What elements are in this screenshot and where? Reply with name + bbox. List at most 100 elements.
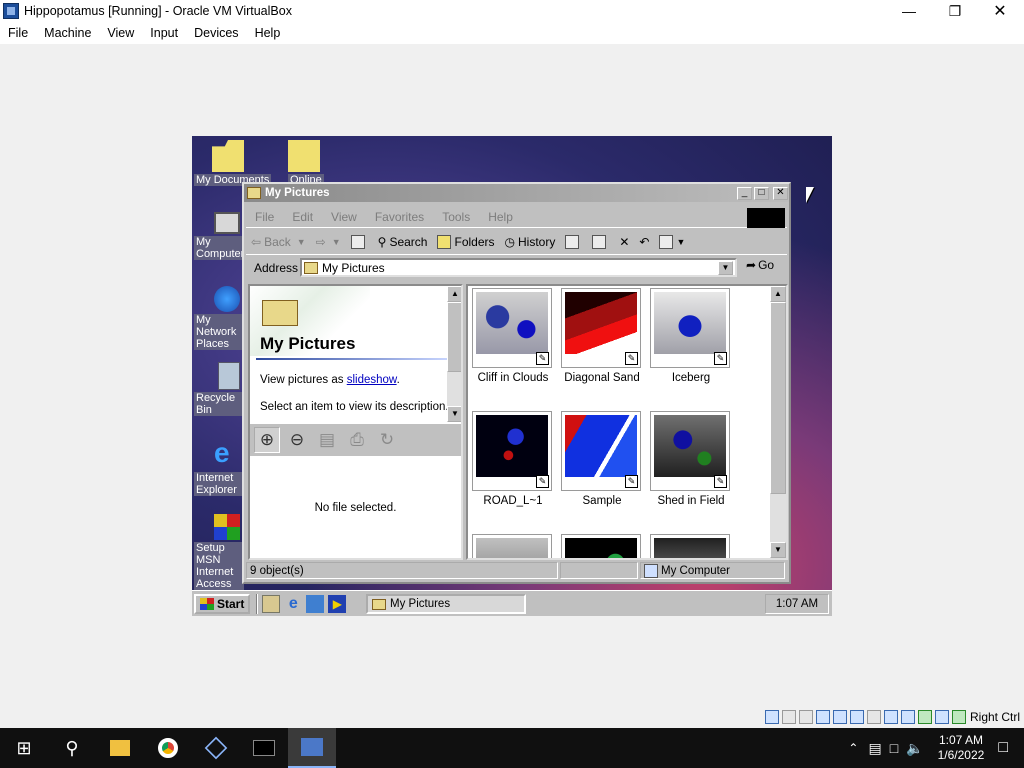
explorer-menu-tools[interactable]: Tools <box>433 210 479 224</box>
desktop-icon-recycle-bin[interactable]: Recycle Bin <box>194 362 244 416</box>
hint-text: Select an item to view its description. <box>260 401 449 413</box>
file-explorer-taskbar-button[interactable] <box>96 728 144 768</box>
minimize-button[interactable]: — <box>886 0 932 22</box>
go-button[interactable]: ➦ Go <box>746 258 774 272</box>
rotate-button[interactable]: ↻ <box>374 427 400 453</box>
copy-to-button[interactable] <box>587 231 614 253</box>
host-key-icon[interactable] <box>951 710 966 724</box>
host-clock[interactable]: 1:07 AM 1/6/2022 <box>938 733 985 763</box>
zoom-out-button[interactable]: ⊖ <box>284 427 310 453</box>
explorer-menu-file[interactable]: File <box>246 210 283 224</box>
delete-button[interactable]: ✕ <box>614 231 634 253</box>
scroll-up-button[interactable]: ▲ <box>770 286 786 302</box>
desktop-icon-online[interactable]: Online <box>288 140 328 186</box>
thumbnail-scrollbar[interactable]: ▲ ▼ <box>770 286 786 558</box>
internet-explorer-quicklaunch-icon[interactable]: e <box>284 595 302 613</box>
usb-icon[interactable] <box>849 710 864 724</box>
taskbar-my-pictures-button[interactable]: My Pictures <box>366 594 526 614</box>
move-to-button[interactable] <box>560 231 587 253</box>
forward-arrow-icon: ⇨ <box>315 234 326 249</box>
folders-button[interactable]: Folders <box>432 231 499 253</box>
menu-input[interactable]: Input <box>142 26 186 40</box>
up-folder-button[interactable] <box>346 231 373 253</box>
thumbnail-item-9[interactable] <box>650 534 730 558</box>
menu-view[interactable]: View <box>99 26 142 40</box>
windows-start-button[interactable]: ⊞ <box>0 728 48 768</box>
window-close-button[interactable]: ✕ <box>773 187 788 200</box>
media-player-icon[interactable]: ▶ <box>328 594 347 613</box>
thumbnail-iceberg[interactable]: ✎ <box>650 288 730 368</box>
action-center-icon[interactable]: ▤ <box>868 740 881 757</box>
audio-icon[interactable] <box>815 710 830 724</box>
print-button[interactable]: ⎙ <box>344 427 370 453</box>
desktop-icon-internet-explorer[interactable]: e Internet Explorer <box>194 438 244 496</box>
search-icon: ⚲ <box>65 737 79 758</box>
explorer-menu-edit[interactable]: Edit <box>283 210 322 224</box>
views-button[interactable]: ▼ <box>654 231 690 253</box>
scroll-thumb[interactable] <box>447 302 461 372</box>
menu-help[interactable]: Help <box>247 26 289 40</box>
slideshow-link[interactable]: slideshow <box>347 374 397 386</box>
desktop-icon-my-computer[interactable]: My Computer <box>194 212 247 260</box>
optical-drive-icon[interactable] <box>781 710 796 724</box>
scroll-up-button[interactable]: ▲ <box>447 286 461 302</box>
undo-button[interactable]: ↶ <box>634 231 654 253</box>
thumbnail-shed-in-field[interactable]: ✎ <box>650 411 730 491</box>
network-icon[interactable]: □ <box>890 740 898 756</box>
restore-button[interactable]: ❐ <box>932 0 978 22</box>
window-minimize-button[interactable]: _ <box>737 187 752 200</box>
scroll-thumb[interactable] <box>770 302 786 494</box>
history-button[interactable]: ◷ History <box>500 231 561 253</box>
address-input[interactable]: My Pictures ▼ <box>300 258 737 277</box>
chevron-up-icon[interactable]: ⌃ <box>848 741 858 755</box>
desktop-icon-setup-msn[interactable]: Setup MSN Internet Access <box>194 514 244 590</box>
floppy-icon[interactable] <box>798 710 813 724</box>
close-button[interactable]: ✕ <box>977 0 1023 22</box>
terminal-taskbar-button[interactable] <box>240 728 288 768</box>
menu-machine[interactable]: Machine <box>36 26 99 40</box>
thumbnail-item-8[interactable] <box>561 534 641 558</box>
host-system-tray: ⌃ ▤ □ 🔈 1:07 AM 1/6/2022 □ <box>848 728 1024 768</box>
scroll-down-button[interactable]: ▼ <box>770 542 786 558</box>
forward-button[interactable]: ⇨ ▼ <box>311 231 346 253</box>
video-capture-icon[interactable] <box>900 710 915 724</box>
thumbnail-sample[interactable]: ✎ <box>561 411 641 491</box>
zoom-in-button[interactable]: ⊕ <box>254 427 280 453</box>
show-desktop-icon[interactable] <box>262 594 281 613</box>
chrome-taskbar-button[interactable] <box>144 728 192 768</box>
outlook-express-icon[interactable] <box>306 594 325 613</box>
thumbnail-road[interactable]: ✎ <box>472 411 552 491</box>
virtualbox-taskbar-button[interactable] <box>192 728 240 768</box>
network-icon[interactable] <box>832 710 847 724</box>
explorer-menu-view[interactable]: View <box>322 210 366 224</box>
desktop-icon-my-documents[interactable]: My Documents <box>194 140 274 186</box>
back-button[interactable]: ⇦ Back ▼ <box>246 231 311 253</box>
window-maximize-button[interactable]: □ <box>754 187 769 200</box>
cpu-icon[interactable] <box>917 710 932 724</box>
menu-devices[interactable]: Devices <box>186 26 246 40</box>
mouse-integration-icon[interactable] <box>934 710 949 724</box>
best-fit-button[interactable]: ▤ <box>314 427 340 453</box>
search-button[interactable]: ⚲ <box>48 728 96 768</box>
notifications-icon[interactable]: □ <box>998 739 1008 757</box>
address-dropdown-button[interactable]: ▼ <box>718 261 733 275</box>
shared-folders-icon[interactable] <box>866 710 881 724</box>
volume-muted-icon[interactable]: 🔈 <box>906 740 923 757</box>
scroll-down-button[interactable]: ▼ <box>447 406 461 422</box>
vm-window-taskbar-button[interactable] <box>288 728 336 768</box>
thumbnail-diagonal-sand[interactable]: ✎ <box>561 288 641 368</box>
hard-disk-icon[interactable] <box>764 710 779 724</box>
details-scrollbar[interactable]: ▲ ▼ <box>447 286 461 422</box>
explorer-menu-help[interactable]: Help <box>479 210 522 224</box>
desktop-icon-network[interactable]: My Network Places <box>194 286 244 350</box>
image-file-icon: ✎ <box>536 475 549 488</box>
explorer-menu-favorites[interactable]: Favorites <box>366 210 433 224</box>
start-button[interactable]: Start <box>194 593 251 614</box>
thumbnail-item-7[interactable] <box>472 534 552 558</box>
thumbnail-cliff-in-clouds[interactable]: ✎ <box>472 288 552 368</box>
search-button[interactable]: ⚲ Search <box>373 231 433 253</box>
thumbnail-view[interactable]: ✎ Cliff in Clouds ✎ Diagonal Sand ✎ Iceb… <box>466 284 788 560</box>
display-icon[interactable] <box>883 710 898 724</box>
menu-file[interactable]: File <box>0 26 36 40</box>
thumbnail-image <box>476 415 548 477</box>
